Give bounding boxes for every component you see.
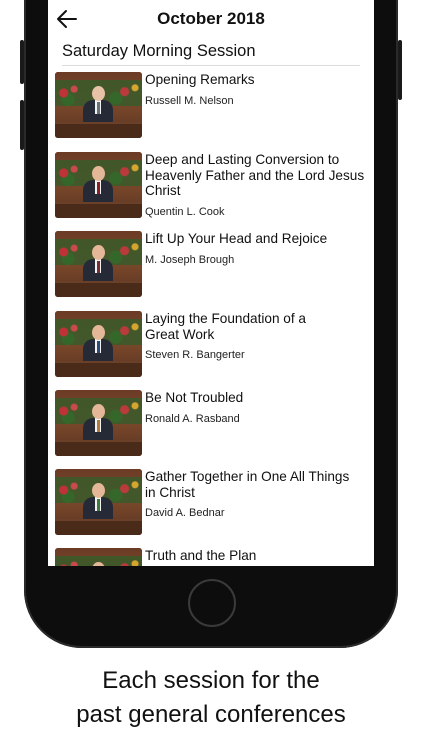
talk-speaker: Ronald A. Rasband xyxy=(145,413,240,425)
talk-title: Opening Remarks xyxy=(145,72,255,87)
talk-title: Deep and Lasting Conversion to Heavenly … xyxy=(145,152,365,199)
session-title: Saturday Morning Session xyxy=(62,42,256,60)
talk-title: Gather Together in One All Things in Chr… xyxy=(145,469,350,500)
speaker-thumbnail xyxy=(55,231,142,297)
speaker-thumbnail xyxy=(55,72,142,138)
speaker-thumbnail xyxy=(55,152,142,218)
talk-item[interactable]: Laying the Foundation of a Great Work St… xyxy=(55,311,367,377)
talk-title: Truth and the Plan xyxy=(145,548,257,563)
talk-title: Be Not Troubled xyxy=(145,390,244,405)
navigation-bar: October 2018 xyxy=(48,0,374,40)
talk-title: Laying the Foundation of a Great Work xyxy=(145,311,306,342)
talk-speaker: M. Joseph Brough xyxy=(145,254,235,266)
talk-speaker: Quentin L. Cook xyxy=(145,206,225,218)
talk-speaker: Steven R. Bangerter xyxy=(145,349,245,361)
page-title: October 2018 xyxy=(157,9,265,28)
talk-title: Lift Up Your Head and Rejoice xyxy=(145,231,328,246)
speaker-thumbnail xyxy=(55,311,142,377)
talk-item[interactable]: Lift Up Your Head and Rejoice M. Joseph … xyxy=(55,231,367,297)
talk-item[interactable]: Opening Remarks Russell M. Nelson xyxy=(55,72,367,138)
power-button xyxy=(398,40,402,100)
caption-line-1: Each session for the xyxy=(102,667,320,694)
app-screen: October 2018 Saturday Morning Session Op… xyxy=(48,0,374,566)
speaker-thumbnail xyxy=(55,548,142,566)
speaker-thumbnail xyxy=(55,469,142,535)
caption-line-2: past general conferences xyxy=(76,701,346,728)
home-button xyxy=(188,579,236,627)
talk-speaker: David A. Bednar xyxy=(145,507,225,519)
talk-item[interactable]: Be Not Troubled Ronald A. Rasband xyxy=(55,390,367,456)
talk-item[interactable]: Truth and the Plan xyxy=(55,548,367,566)
talk-item[interactable]: Gather Together in One All Things in Chr… xyxy=(55,469,367,535)
talk-speaker: Russell M. Nelson xyxy=(145,95,234,107)
talk-item[interactable]: Deep and Lasting Conversion to Heavenly … xyxy=(55,152,367,218)
divider xyxy=(62,65,360,66)
speaker-thumbnail xyxy=(55,390,142,456)
